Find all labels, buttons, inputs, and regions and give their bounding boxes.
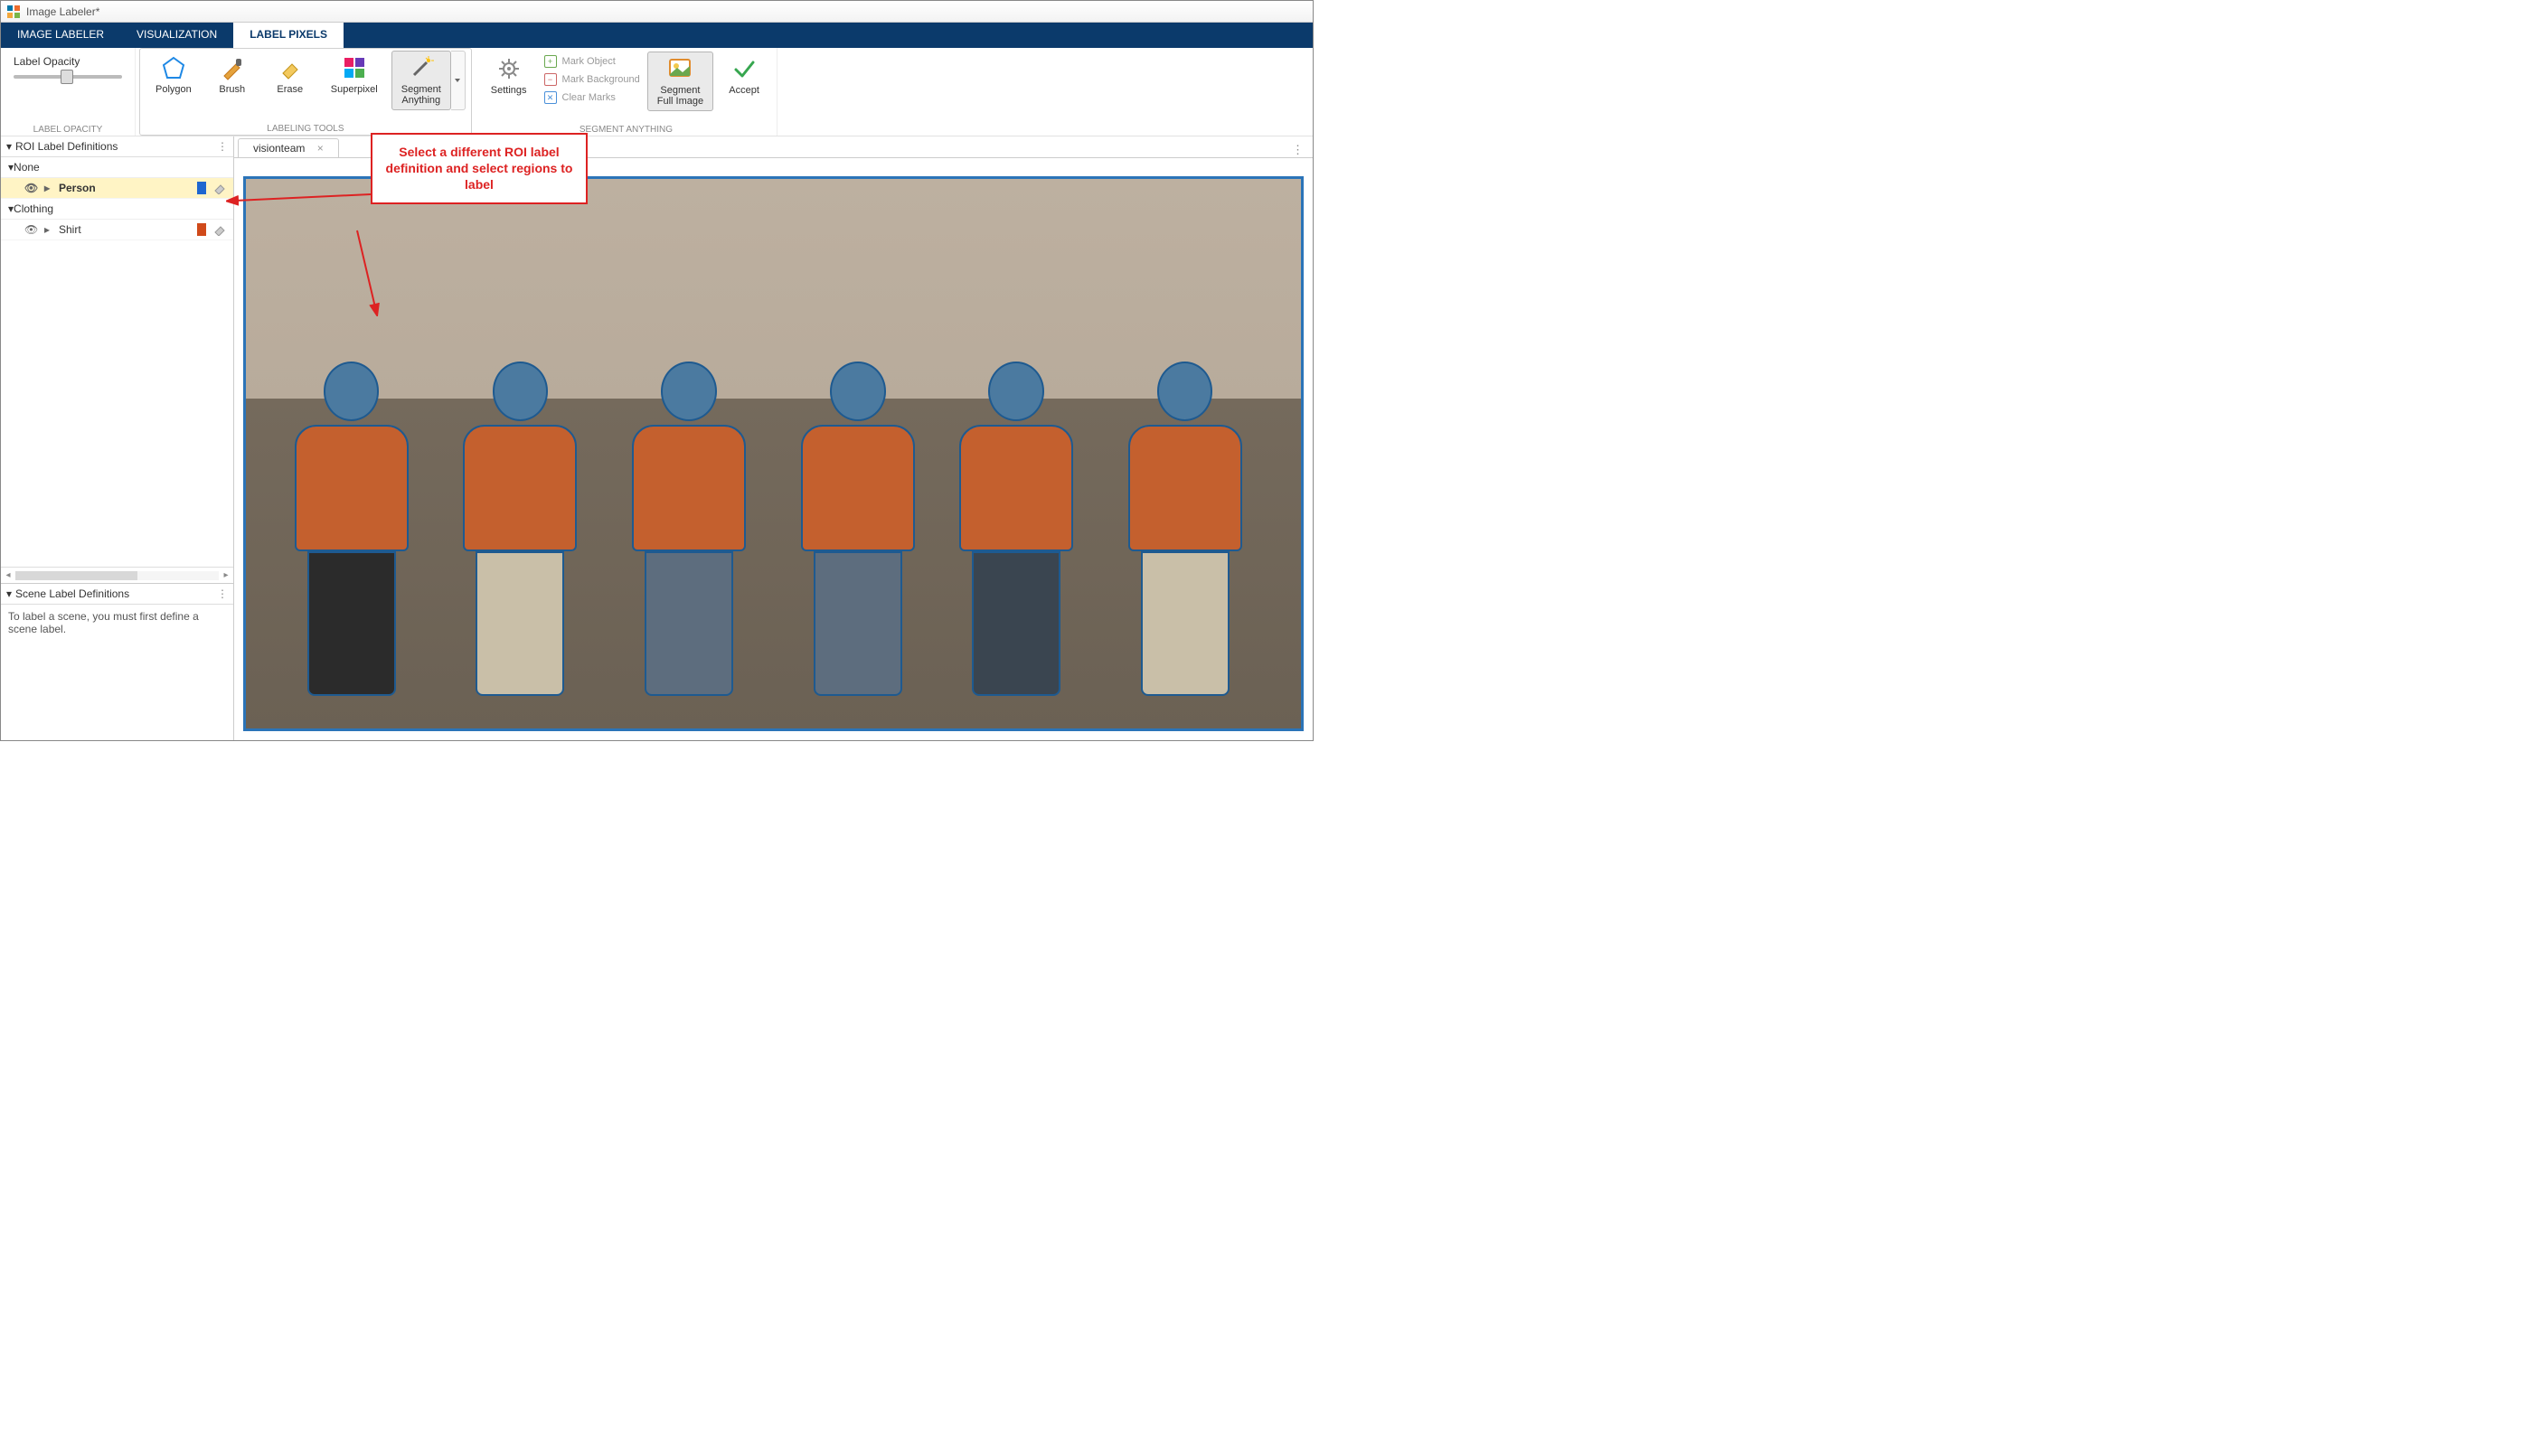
superpixel-button[interactable]: Superpixel [321,51,388,99]
color-swatch-shirt [197,223,206,236]
scroll-left-icon[interactable]: ◂ [1,570,15,580]
roi-panel-title: ROI Label Definitions [15,140,118,153]
mark-background-button[interactable]: − Mark Background [541,71,644,88]
segment-full-image-button[interactable]: Segment Full Image [647,52,713,111]
mark-object-button[interactable]: + Mark Object [541,53,644,70]
roi-item-person[interactable]: 👁 ▸ Person [1,178,233,199]
ribbon-group-opacity: Label Opacity LABEL OPACITY [1,48,136,136]
segment-anything-button[interactable]: Segment Anything [391,51,451,110]
roi-panel-menu[interactable]: ⋮ [217,140,228,153]
checkmark-icon [731,56,757,81]
scene-panel-menu[interactable]: ⋮ [217,587,228,600]
mark-background-label: Mark Background [562,74,640,85]
chevron-right-icon[interactable]: ▸ [44,182,53,194]
eraser-icon[interactable] [213,182,226,194]
mark-object-icon: + [544,55,557,68]
clear-marks-label: Clear Marks [562,92,616,103]
segment-full-image-label: Segment Full Image [657,85,703,107]
chevron-down-icon: ▾ [6,587,15,600]
accept-button[interactable]: Accept [717,52,771,100]
mark-object-label: Mark Object [562,56,616,67]
roi-group-clothing[interactable]: ▾ Clothing [1,199,233,220]
erase-label: Erase [277,84,303,95]
color-swatch-person [197,182,206,194]
brush-button[interactable]: Brush [205,51,259,99]
roi-list: ▾ None 👁 ▸ Person ▾ Clothing [1,157,233,567]
tab-visualization[interactable]: VISUALIZATION [120,23,233,48]
opacity-slider-thumb[interactable] [61,70,73,84]
roi-panel-header[interactable]: ▾ ROI Label Definitions ⋮ [1,136,233,157]
eye-icon[interactable]: 👁 [24,223,39,236]
main-content: ▾ ROI Label Definitions ⋮ ▾ None 👁 ▸ Per… [1,136,1313,740]
callout-arrow-icon [226,190,380,316]
label-opacity-label: Label Opacity [14,55,122,68]
clear-marks-icon: ✕ [544,91,557,104]
scene-panel-header[interactable]: ▾ Scene Label Definitions ⋮ [1,584,233,605]
roi-item-shirt[interactable]: 👁 ▸ Shirt [1,220,233,240]
scroll-right-icon[interactable]: ▸ [219,570,233,580]
ribbon-tabs: IMAGE LABELER VISUALIZATION LABEL PIXELS [1,23,1313,48]
roi-group-none-label: None [14,161,40,174]
eraser-icon [278,55,303,80]
gear-icon [496,56,522,81]
mark-actions-list: + Mark Object − Mark Background ✕ Clear … [541,52,644,108]
roi-group-clothing-label: Clothing [14,202,53,215]
roi-group-none[interactable]: ▾ None [1,157,233,178]
settings-label: Settings [491,85,527,96]
image-icon [667,56,693,81]
erase-button[interactable]: Erase [263,51,317,99]
roi-item-person-label: Person [59,182,96,194]
ribbon-group-labeling-tools: Polygon Brush Erase [139,48,472,136]
callout-text: Select a different ROI label definition … [386,145,573,192]
tab-label-pixels[interactable]: LABEL PIXELS [233,23,344,48]
close-icon[interactable]: × [317,142,324,155]
image-viewport[interactable] [234,158,1313,740]
clear-marks-button[interactable]: ✕ Clear Marks [541,89,644,106]
brush-icon [220,55,245,80]
mark-background-icon: − [544,73,557,86]
file-tab-menu[interactable]: ⋮ [1283,143,1313,157]
accept-label: Accept [729,85,759,96]
callout-annotation: Select a different ROI label definition … [371,133,588,204]
scene-panel-body: To label a scene, you must first define … [1,605,233,740]
segment-anything-label: Segment Anything [401,84,441,106]
app-window: Image Labeler* IMAGE LABELER VISUALIZATI… [0,0,1314,741]
roi-item-shirt-label: Shirt [59,223,81,236]
chevron-right-icon[interactable]: ▸ [44,223,53,236]
polygon-button[interactable]: Polygon [146,51,202,99]
polygon-icon [161,55,186,80]
eraser-icon[interactable] [213,223,226,236]
chevron-down-icon: ▾ [6,140,15,153]
scroll-thumb[interactable] [15,571,137,580]
polygon-label: Polygon [155,84,192,95]
settings-button[interactable]: Settings [481,52,537,100]
app-icon [6,5,21,19]
titlebar: Image Labeler* [1,1,1313,23]
file-tab-label: visionteam [253,142,305,155]
roi-horizontal-scrollbar[interactable]: ◂ ▸ [1,567,233,583]
brush-label: Brush [219,84,245,95]
window-title: Image Labeler* [26,5,99,18]
superpixel-label: Superpixel [331,84,378,95]
segmented-image [243,176,1304,731]
scene-panel: ▾ Scene Label Definitions ⋮ To label a s… [1,583,233,740]
file-tab-visionteam[interactable]: visionteam × [238,138,339,157]
eye-icon[interactable]: 👁 [24,182,39,194]
tab-image-labeler[interactable]: IMAGE LABELER [1,23,120,48]
ribbon-group-segment-anything: Settings + Mark Object − Mark Background… [476,48,777,136]
scene-panel-title: Scene Label Definitions [15,587,129,600]
segment-anything-dropdown[interactable] [451,51,466,110]
superpixel-icon [342,55,367,80]
scroll-track[interactable] [15,571,219,580]
ribbon: Label Opacity LABEL OPACITY Polygon [1,48,1313,136]
left-panel: ▾ ROI Label Definitions ⋮ ▾ None 👁 ▸ Per… [1,136,234,740]
canvas-area: visionteam × ⋮ [234,136,1313,740]
magic-wand-icon [409,55,434,80]
opacity-slider[interactable] [14,75,122,79]
group-label-opacity: LABEL OPACITY [14,123,122,136]
